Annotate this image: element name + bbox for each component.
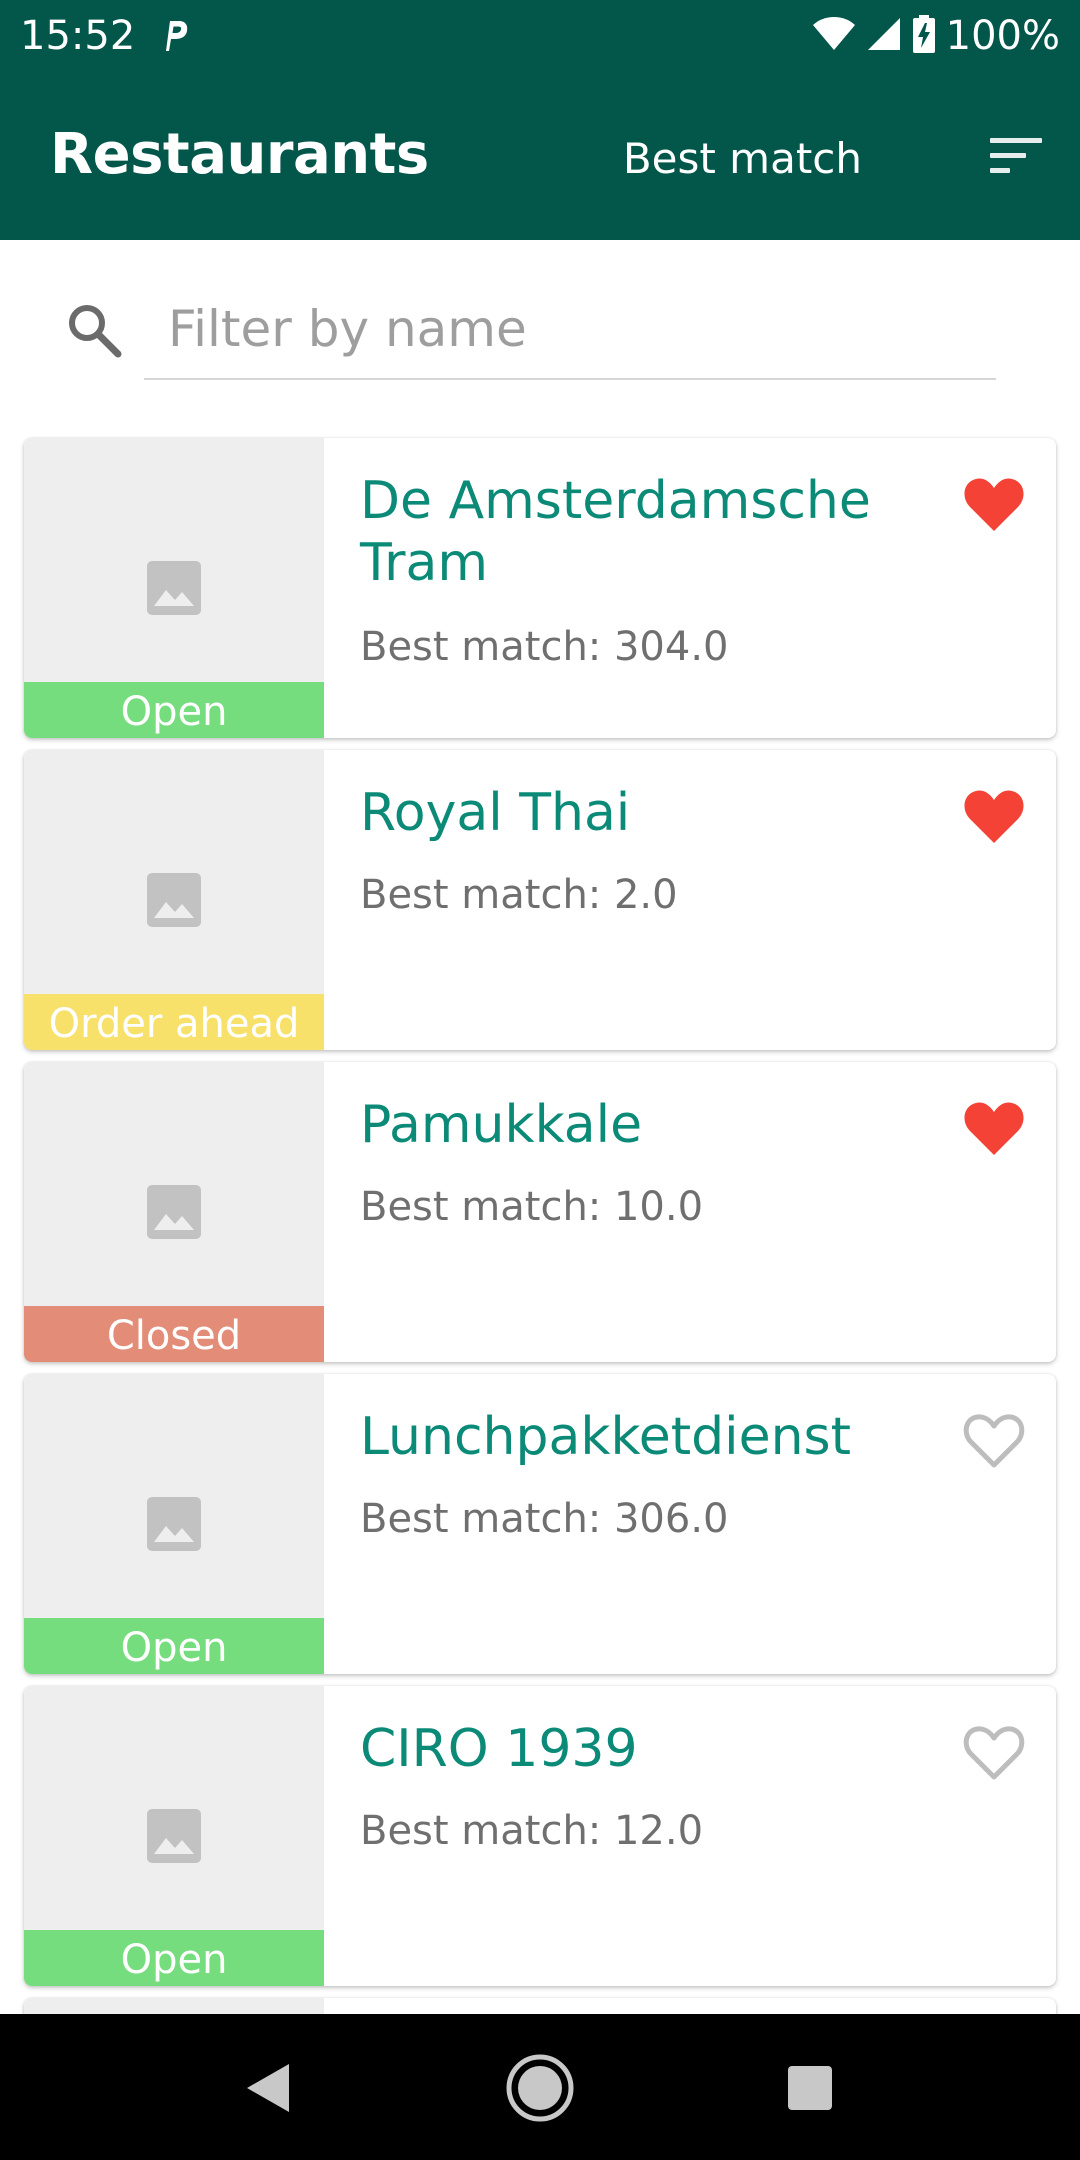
recents-icon[interactable] [772,2050,848,2126]
image-placeholder-icon [146,1184,202,1240]
home-icon[interactable] [502,2050,578,2126]
back-icon[interactable] [230,2050,306,2126]
battery-charging-icon [912,14,936,59]
restaurant-card-partial[interactable] [24,1998,1056,2014]
restaurant-name: Lunchpakketdienst [360,1407,852,1467]
restaurant-name: Royal Thai [360,783,631,843]
search-icon [64,300,124,360]
restaurant-card[interactable]: Open CIRO 1939 Best match: 12.0 [24,1686,1056,1986]
status-time: 15:52 [20,13,136,59]
restaurant-name: De Amsterdamsche Tram [360,471,871,593]
sort-mode-button[interactable]: Best match [623,134,862,183]
heart-filled-icon[interactable] [962,786,1026,846]
parking-app-icon [157,16,193,56]
image-placeholder-icon [146,872,202,928]
restaurant-score: Best match: 306.0 [360,1496,729,1542]
heart-outline-icon[interactable] [962,1722,1026,1782]
status-badge: Order ahead [24,994,324,1050]
image-placeholder-icon [146,560,202,616]
status-badge: Open [24,682,324,738]
system-nav-bar [0,2014,1080,2160]
heart-filled-icon[interactable] [962,474,1026,534]
restaurant-thumbnail: Open [24,438,324,738]
restaurant-thumbnail [24,1998,324,2014]
restaurant-score: Best match: 10.0 [360,1184,704,1230]
image-placeholder-icon [146,1496,202,1552]
restaurant-thumbnail: Open [24,1374,324,1674]
restaurant-thumbnail: Open [24,1686,324,1986]
status-badge: Open [24,1618,324,1674]
sort-icon[interactable] [984,128,1048,184]
restaurant-name: CIRO 1939 [360,1719,638,1779]
search-input[interactable] [144,280,996,380]
restaurant-score: Best match: 12.0 [360,1808,704,1854]
page-title: Restaurants [50,122,429,187]
cell-signal-icon [866,16,902,57]
wifi-icon [812,16,856,57]
restaurant-card[interactable]: Open Lunchpakketdienst Best match: 306.0 [24,1374,1056,1674]
battery-percent: 100% [945,13,1060,59]
restaurant-card[interactable]: Closed Pamukkale Best match: 10.0 [24,1062,1056,1362]
heart-filled-icon[interactable] [962,1098,1026,1158]
status-indicators: 100% [812,13,1060,59]
restaurant-card[interactable]: Order ahead Royal Thai Best match: 2.0 [24,750,1056,1050]
restaurant-card[interactable]: Open De Amsterdamsche Tram Best match: 3… [24,438,1056,738]
restaurant-thumbnail: Closed [24,1062,324,1362]
app-bar: Restaurants Best match [0,72,1080,240]
status-badge: Open [24,1930,324,1986]
image-placeholder-icon [146,1808,202,1864]
restaurant-list[interactable]: Open De Amsterdamsche Tram Best match: 3… [0,436,1080,2014]
restaurant-score: Best match: 2.0 [360,872,678,918]
search-bar [0,240,1080,400]
restaurant-name: Pamukkale [360,1095,643,1155]
restaurant-score: Best match: 304.0 [360,624,729,670]
restaurant-thumbnail: Order ahead [24,750,324,1050]
heart-outline-icon[interactable] [962,1410,1026,1470]
status-badge: Closed [24,1306,324,1362]
status-bar: 15:52 100% [0,0,1080,72]
